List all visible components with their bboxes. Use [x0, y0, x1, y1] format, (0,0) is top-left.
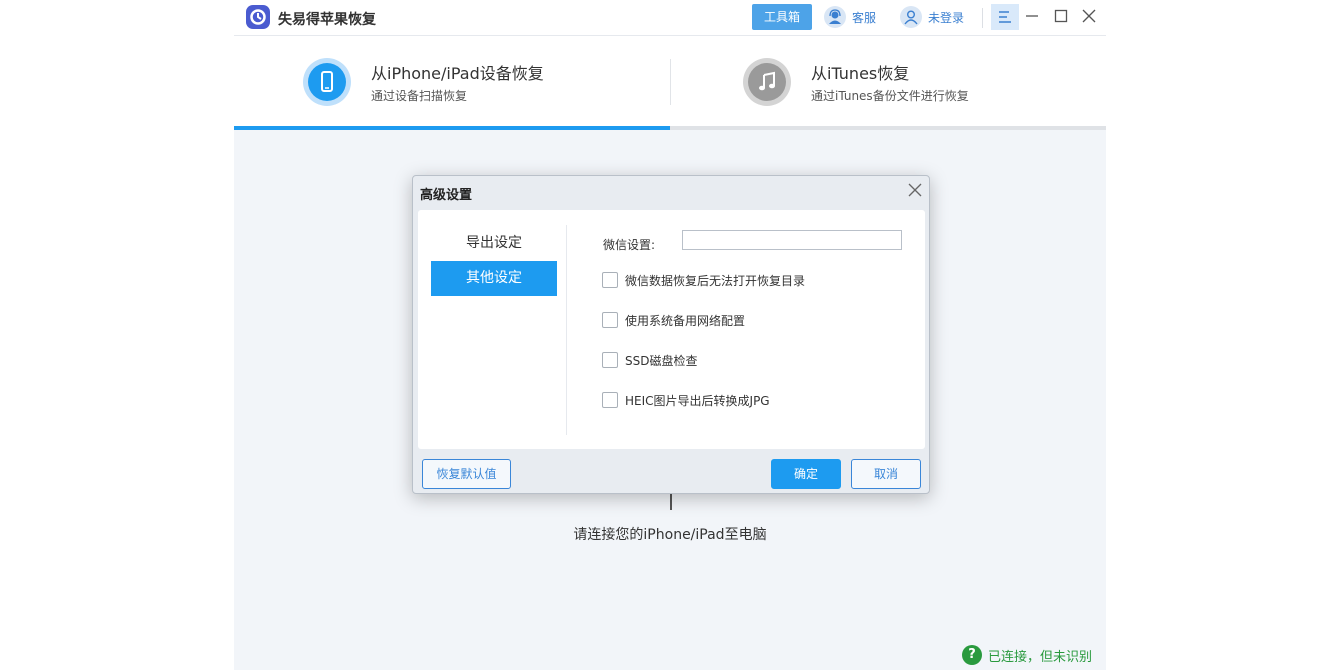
option-wechat-dir[interactable]: 微信数据恢复后无法打开恢复目录	[602, 271, 805, 289]
option-backup-network[interactable]: 使用系统备用网络配置	[602, 311, 745, 329]
customer-service-button[interactable]: 客服	[824, 5, 876, 29]
tab-device-recovery[interactable]: 从iPhone/iPad设备恢复 通过设备扫描恢复	[234, 36, 670, 130]
option-heic-to-jpg[interactable]: HEIC图片导出后转换成JPG	[602, 391, 770, 409]
ok-button[interactable]: 确定	[771, 459, 841, 489]
dialog-title: 高级设置	[420, 188, 473, 203]
connection-status[interactable]: ? 已连接，但未识别	[962, 645, 1092, 665]
checkbox[interactable]	[602, 392, 618, 408]
option-label: 使用系统备用网络配置	[625, 313, 746, 328]
checkbox[interactable]	[602, 272, 618, 288]
connect-prompt: 请连接您的iPhone/iPad至电脑	[573, 527, 767, 543]
tab-subtitle: 通过iTunes备份文件进行恢复	[811, 89, 969, 103]
wechat-settings-input[interactable]	[682, 230, 902, 250]
checkbox[interactable]	[602, 312, 618, 328]
close-icon[interactable]	[1081, 8, 1097, 24]
advanced-settings-dialog: 高级设置 导出设定 其他设定 微信设置: 微信数据恢复后无法打开恢复目录 使用系…	[412, 175, 930, 494]
tab-subtitle: 通过设备扫描恢复	[371, 89, 468, 103]
dialog-body: 导出设定 其他设定 微信设置: 微信数据恢复后无法打开恢复目录 使用系统备用网络…	[418, 210, 925, 449]
option-ssd-check[interactable]: SSD磁盘检查	[602, 351, 697, 369]
service-label: 客服	[852, 10, 877, 25]
login-label: 未登录	[928, 10, 965, 25]
app-title: 失易得苹果恢复	[278, 12, 376, 28]
help-icon: ?	[962, 645, 982, 665]
iphone-icon	[303, 58, 351, 106]
option-label: SSD磁盘检查	[625, 353, 698, 368]
menu-button[interactable]	[991, 4, 1019, 30]
cancel-button[interactable]: 取消	[851, 459, 921, 489]
tab-title: 从iTunes恢复	[811, 64, 910, 83]
option-label: HEIC图片导出后转换成JPG	[625, 393, 770, 408]
service-icon	[824, 6, 846, 28]
reset-defaults-button[interactable]: 恢复默认值	[422, 459, 511, 489]
tab-itunes-recovery[interactable]: 从iTunes恢复 通过iTunes备份文件进行恢复	[670, 36, 1106, 130]
active-tab-indicator	[234, 126, 670, 130]
option-label: 微信数据恢复后无法打开恢复目录	[625, 273, 806, 288]
status-text: 已连接，但未识别	[988, 649, 1093, 665]
login-button[interactable]: 未登录	[900, 5, 964, 29]
menu-icon	[999, 11, 1011, 23]
close-icon[interactable]	[907, 182, 923, 198]
nav-divider	[566, 225, 567, 435]
inactive-tab-indicator	[670, 126, 1106, 130]
minimize-icon[interactable]	[1024, 8, 1040, 24]
user-icon	[900, 6, 922, 28]
nav-export-settings[interactable]: 导出设定	[431, 226, 557, 261]
maximize-icon[interactable]	[1053, 8, 1069, 24]
recovery-mode-tabs: 从iPhone/iPad设备恢复 通过设备扫描恢复 从iTunes恢复 通过iT…	[234, 36, 1106, 130]
title-bar: 失易得苹果恢复 工具箱 客服 未登录	[234, 0, 1106, 36]
app-logo-icon	[246, 5, 270, 29]
wechat-settings-label: 微信设置:	[603, 238, 656, 252]
titlebar-divider	[982, 8, 983, 28]
nav-other-settings[interactable]: 其他设定	[431, 261, 557, 296]
tab-title: 从iPhone/iPad设备恢复	[371, 64, 544, 83]
checkbox[interactable]	[602, 352, 618, 368]
music-note-icon	[743, 58, 791, 106]
toolbox-button[interactable]: 工具箱	[752, 4, 812, 30]
